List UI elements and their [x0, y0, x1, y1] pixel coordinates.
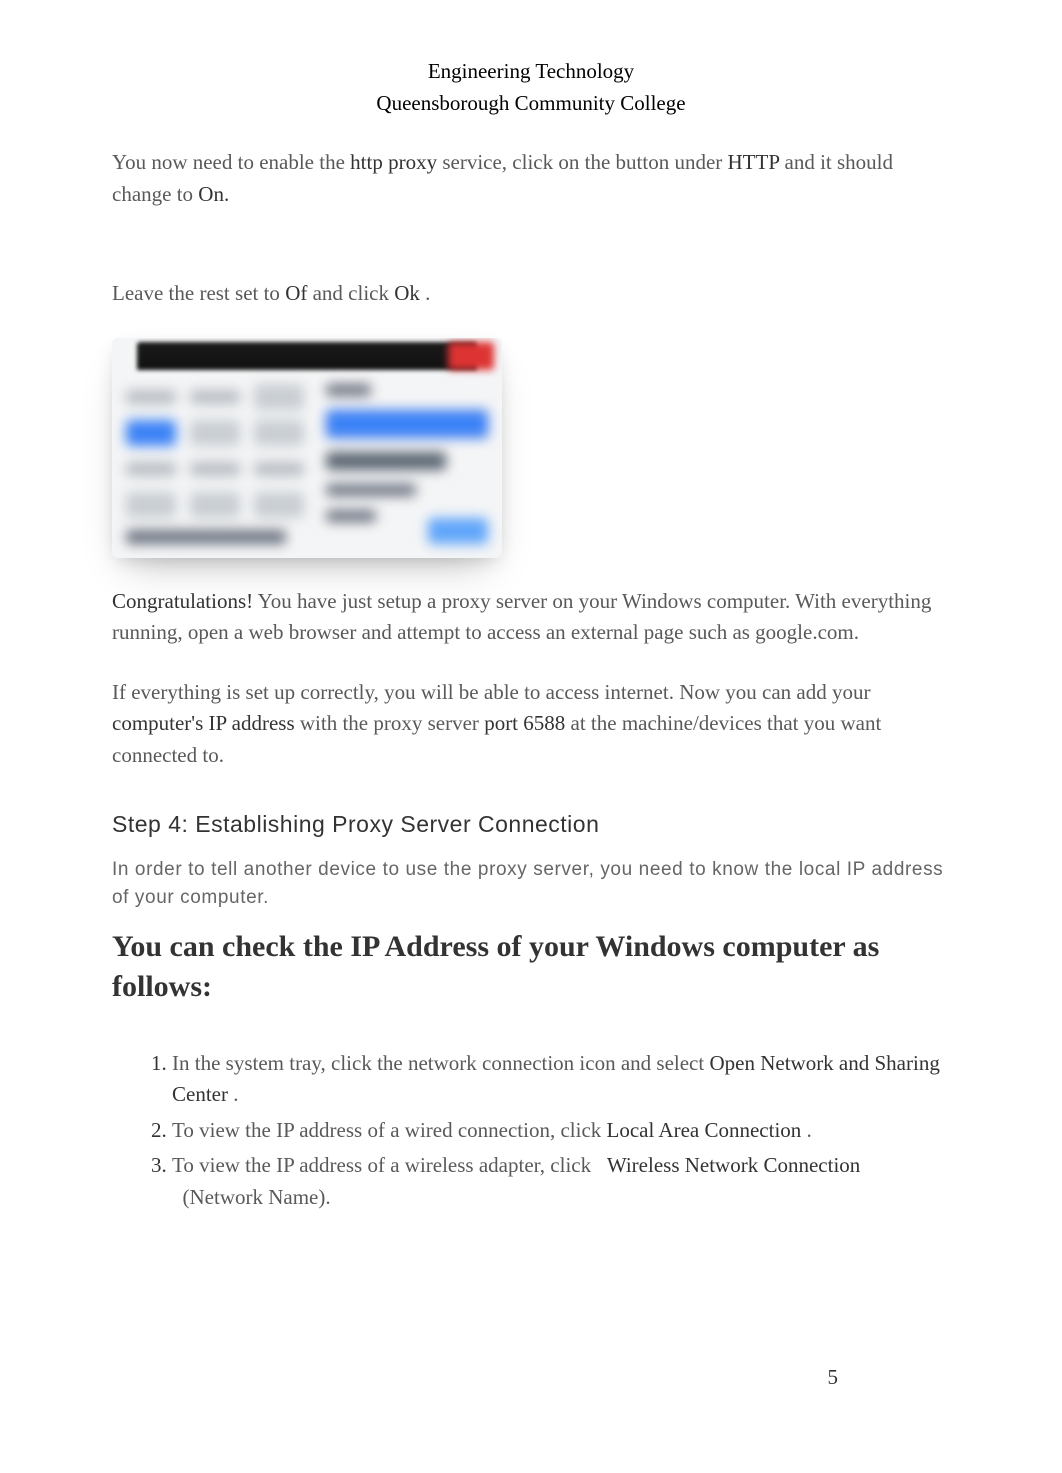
text: (Network Name).: [183, 1185, 331, 1209]
step-heading: Step 4: Establishing Proxy Server Connec…: [112, 807, 950, 842]
text: You now need to enable the: [112, 150, 350, 174]
text: .: [425, 281, 430, 305]
text: .: [233, 1082, 238, 1106]
text: To view the IP address of a wireless ada…: [172, 1153, 591, 1177]
page-number: 5: [828, 1362, 839, 1394]
text-of: Of: [285, 281, 307, 305]
text: service, click on the button under: [442, 150, 727, 174]
text-http-label: HTTP: [728, 150, 780, 174]
paragraph-ip-port: If everything is set up correctly, you w…: [112, 677, 950, 772]
list-item: In the system tray, click the network co…: [172, 1048, 950, 1111]
text: In the system tray, click the network co…: [172, 1051, 709, 1075]
text-congrats: Congratulations!: [112, 589, 253, 613]
text: with the proxy server: [300, 711, 484, 735]
text-computer-ip: computer's IP address: [112, 711, 295, 735]
step-subheading: You can check the IP Address of your Win…: [112, 927, 950, 1008]
header-line2: Queensborough Community College: [112, 88, 950, 120]
document-header: Engineering Technology Queensborough Com…: [112, 56, 950, 119]
text-http-proxy: http proxy: [350, 150, 437, 174]
paragraph-leave-rest: Leave the rest set to Of and click Ok .: [112, 278, 950, 310]
paragraph-enable-proxy: You now need to enable the http proxy se…: [112, 147, 950, 210]
instruction-list: In the system tray, click the network co…: [112, 1048, 950, 1214]
text: .: [807, 1118, 812, 1142]
text-wireless-network: Wireless Network Connection: [607, 1153, 860, 1177]
text-local-area: Local Area Connection: [607, 1118, 802, 1142]
list-item: To view the IP address of a wireless ada…: [172, 1150, 950, 1213]
paragraph-congrats: Congratulations! You have just setup a p…: [112, 586, 950, 649]
header-line1: Engineering Technology: [112, 56, 950, 88]
text: and click: [313, 281, 395, 305]
list-item: To view the IP address of a wired connec…: [172, 1115, 950, 1147]
text: Leave the rest set to: [112, 281, 285, 305]
text-port: port 6588: [484, 711, 565, 735]
screenshot-placeholder: [112, 338, 502, 558]
text: If everything is set up correctly, you w…: [112, 680, 870, 704]
text-ok: Ok: [394, 281, 420, 305]
text: To view the IP address of a wired connec…: [172, 1118, 607, 1142]
step-intro: In order to tell another device to use t…: [112, 856, 950, 913]
text-on: On.: [198, 182, 229, 206]
